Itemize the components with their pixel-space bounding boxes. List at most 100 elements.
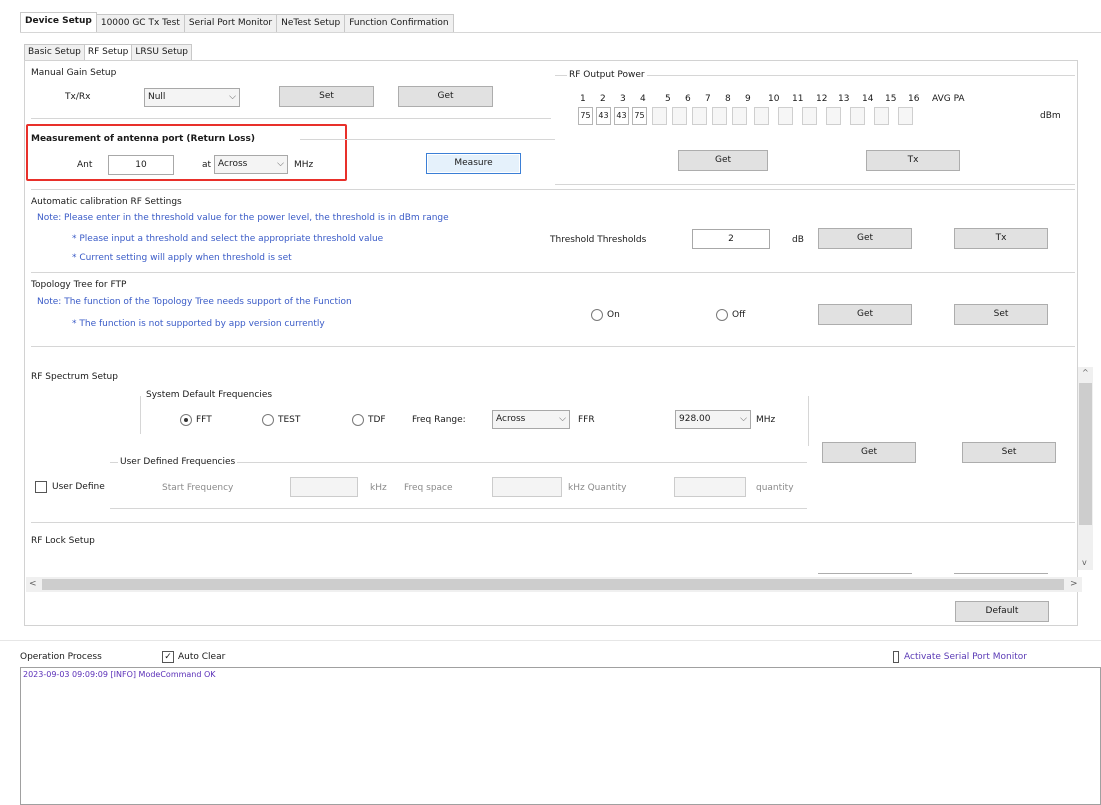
power-value-field — [778, 107, 793, 125]
freq-tdf-radio[interactable] — [352, 414, 364, 426]
freq-value-combo[interactable]: 928.00 ⌵ — [675, 410, 751, 429]
power-port-number: 5 — [665, 94, 671, 104]
autoclear-label: Auto Clear — [178, 652, 226, 662]
output-power-bottom-line — [555, 184, 1075, 185]
user-define-checkbox[interactable] — [35, 481, 47, 493]
topology-on-radio[interactable] — [591, 309, 603, 321]
automatic-note-3: * Current setting will apply when thresh… — [72, 253, 292, 263]
start-frequency-field[interactable] — [290, 477, 358, 497]
automatic-set-button[interactable]: Tx — [954, 228, 1048, 249]
power-value-field[interactable]: 75 — [632, 107, 647, 125]
spectrum-get-button[interactable]: Get — [822, 442, 916, 463]
output-power-get-button[interactable]: Get — [678, 150, 768, 171]
operation-label: Operation Process — [20, 652, 102, 662]
manual-gain-divider — [31, 118, 551, 119]
automatic-divider — [31, 189, 1075, 190]
power-avg-label: AVG PA — [932, 94, 965, 104]
topology-get-button[interactable]: Get — [818, 304, 912, 325]
quantity-field[interactable] — [674, 477, 746, 497]
freq-space-unit: kHz Quantity — [568, 483, 627, 493]
measurement-range-combo[interactable]: Across ⌵ — [214, 155, 288, 174]
default-freq-left-line — [140, 396, 141, 434]
tab-gc-tx-test[interactable]: 10000 GC Tx Test — [95, 14, 185, 32]
scroll-left-icon[interactable]: < — [29, 578, 37, 590]
power-port-number: 8 — [725, 94, 731, 104]
power-value-field — [692, 107, 707, 125]
power-value-field — [802, 107, 817, 125]
sub-tab-bar: Basic Setup RF Setup LRSU Setup — [24, 44, 193, 61]
freq-test-radio[interactable] — [262, 414, 274, 426]
power-value-field — [874, 107, 889, 125]
chevron-down-icon: ⌵ — [229, 92, 236, 102]
output-power-values-row: 75 43 43 75 — [578, 107, 998, 127]
power-value-field — [850, 107, 865, 125]
log-line: 2023-09-03 09:09:09 [INFO] ModeCommand O… — [23, 670, 216, 679]
power-port-number: 14 — [862, 94, 874, 104]
default-button[interactable]: Default — [955, 601, 1049, 622]
quantity-unit: quantity — [756, 483, 794, 493]
chevron-down-icon: ⌵ — [740, 414, 747, 424]
spectrum-title: RF Spectrum Setup — [31, 372, 118, 382]
default-freq-right-line — [808, 396, 809, 446]
freq-space-field[interactable] — [492, 477, 562, 497]
automatic-get-button[interactable]: Get — [818, 228, 912, 249]
power-port-number: 13 — [838, 94, 850, 104]
operation-log[interactable]: 2023-09-03 09:09:09 [INFO] ModeCommand O… — [20, 667, 1101, 805]
spectrum-set-button[interactable]: Set — [962, 442, 1056, 463]
power-value-field[interactable]: 43 — [614, 107, 629, 125]
output-power-set-button[interactable]: Tx — [866, 150, 960, 171]
power-value-field[interactable]: 43 — [596, 107, 611, 125]
topology-set-button[interactable]: Set — [954, 304, 1048, 325]
autoclear-checkbox[interactable]: ✓ — [162, 651, 174, 663]
measure-button[interactable]: Measure — [426, 153, 521, 174]
tab-serial-port-monitor[interactable]: Serial Port Monitor — [183, 14, 278, 32]
threshold-field[interactable]: 2 — [692, 229, 770, 249]
measurement-unit: MHz — [294, 160, 314, 170]
vertical-scroll-thumb[interactable] — [1079, 383, 1092, 525]
topology-off-radio[interactable] — [716, 309, 728, 321]
manual-gain-get-button[interactable]: Get — [398, 86, 493, 107]
user-freq-bottom-line — [110, 508, 807, 509]
freq-fft-radio[interactable] — [180, 414, 192, 426]
tab-device-setup[interactable]: Device Setup — [20, 12, 97, 32]
scroll-up-icon[interactable]: ^ — [1082, 367, 1089, 379]
spectrum-divider — [31, 346, 1075, 347]
freq-range-value: Across — [496, 414, 526, 424]
freq-test-label: TEST — [278, 415, 301, 425]
antenna-number-field[interactable]: 10 — [108, 155, 174, 175]
power-port-number: 2 — [600, 94, 606, 104]
user-frequencies-title: User Defined Frequencies — [118, 456, 238, 468]
power-value-field — [898, 107, 913, 125]
tab-rf-setup[interactable]: RF Setup — [83, 44, 133, 60]
power-value-field — [652, 107, 667, 125]
scroll-down-icon[interactable]: v — [1082, 557, 1087, 569]
topology-title: Topology Tree for FTP — [31, 280, 127, 290]
topology-on-label: On — [607, 310, 620, 320]
activate-monitor-label[interactable]: Activate Serial Port Monitor — [904, 651, 1027, 663]
measurement-title-line — [300, 139, 555, 140]
tab-lrsu-setup[interactable]: LRSU Setup — [131, 44, 193, 60]
power-port-number: 6 — [685, 94, 691, 104]
power-port-number: 9 — [745, 94, 751, 104]
horizontal-scroll-thumb[interactable] — [42, 579, 1064, 590]
freq-fft-label: FFT — [196, 415, 212, 425]
freq-range-label: Freq Range: — [412, 415, 466, 425]
manual-gain-combo[interactable]: Null ⌵ — [144, 88, 240, 107]
measurement-title: Measurement of antenna port (Return Loss… — [31, 134, 255, 144]
vertical-scrollbar[interactable]: ^ v — [1078, 367, 1093, 570]
automatic-note-2: * Please input a threshold and select th… — [72, 234, 384, 244]
power-port-number: 7 — [705, 94, 711, 104]
power-value-field — [672, 107, 687, 125]
chevron-down-icon: ⌵ — [559, 414, 566, 424]
power-value-field[interactable]: 75 — [578, 107, 593, 125]
tab-basic-setup[interactable]: Basic Setup — [24, 44, 85, 60]
power-port-number: 15 — [885, 94, 897, 104]
freq-range-combo[interactable]: Across ⌵ — [492, 410, 570, 429]
manual-gain-set-button[interactable]: Set — [279, 86, 374, 107]
tab-function-confirmation[interactable]: Function Confirmation — [344, 14, 454, 32]
activate-monitor-checkbox[interactable] — [893, 651, 899, 663]
start-frequency-label: Start Frequency — [162, 483, 234, 493]
tab-netest-setup[interactable]: NeTest Setup — [276, 14, 346, 32]
scroll-right-icon[interactable]: > — [1070, 578, 1078, 590]
horizontal-scrollbar[interactable]: < > — [26, 577, 1082, 592]
